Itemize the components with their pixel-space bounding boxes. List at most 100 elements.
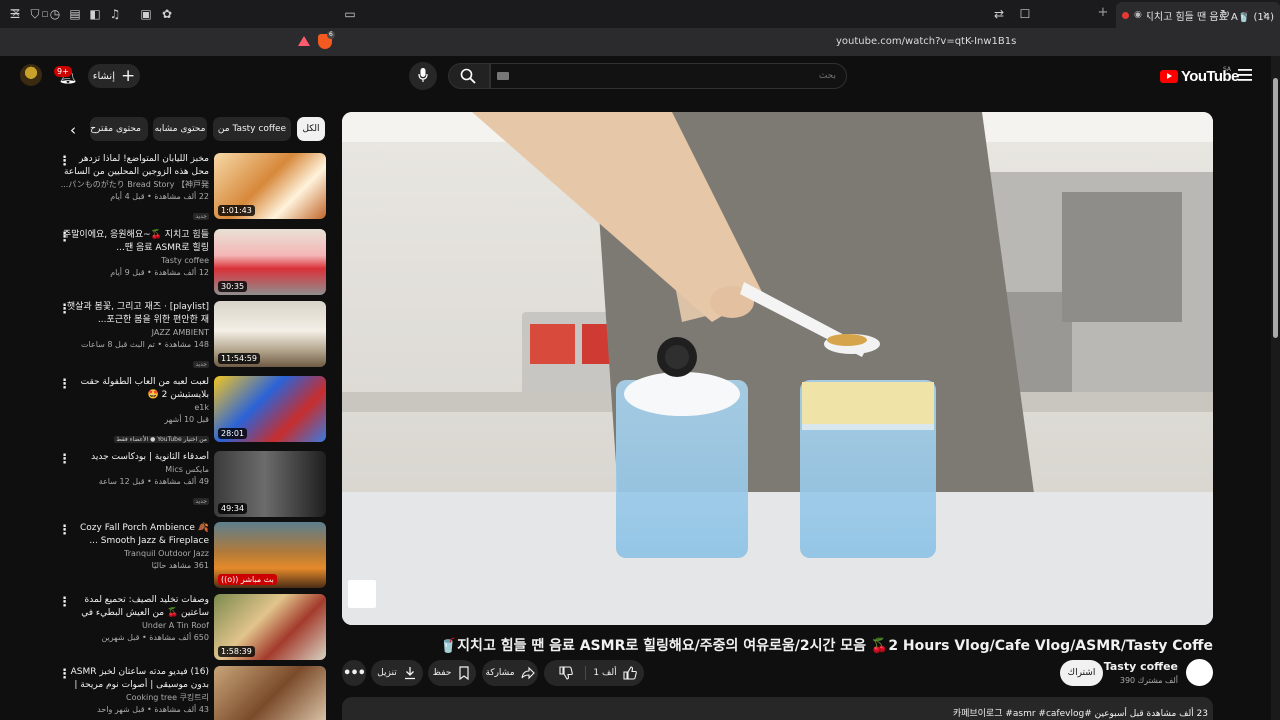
channel-name[interactable]: JAZZ AMBIENT bbox=[59, 327, 209, 339]
video-thumbnail[interactable]: 11:54:59 bbox=[214, 301, 326, 367]
more-actions-icon[interactable]: ⋮ bbox=[58, 155, 71, 171]
forward-icon[interactable]: › bbox=[1256, 5, 1274, 23]
chip-from-channel[interactable]: من Tasty coffee bbox=[213, 117, 291, 141]
video-thumbnail[interactable]: 49:34 bbox=[214, 451, 326, 517]
chip-recommended[interactable]: محتوى مقترح bbox=[90, 117, 148, 141]
back-icon[interactable]: ‹ bbox=[1236, 5, 1254, 23]
save-bookmark-icon bbox=[459, 666, 469, 680]
video-thumbnail[interactable]: 1:01:43 bbox=[214, 153, 326, 219]
recommendation-item[interactable]: 11:54:59 [playlist] 햇살과 봄꽃, 그리고 재즈 · 포근한… bbox=[54, 301, 326, 369]
chip-related[interactable]: محتوى مشابه bbox=[153, 117, 207, 141]
chips-prev-arrow-icon[interactable]: ‹ bbox=[64, 121, 82, 139]
video-thumbnail[interactable]: 30:35 bbox=[214, 229, 326, 295]
browser-toolbar bbox=[0, 28, 1280, 56]
video-title[interactable]: [playlist] 햇살과 봄꽃, 그리고 재즈 · 포근한 봄을 위한 편안… bbox=[59, 301, 209, 327]
duration-badge: 30:35 bbox=[218, 281, 248, 292]
dislike-button[interactable] bbox=[548, 660, 584, 686]
video-thumbnail[interactable]: 28:01 bbox=[214, 376, 326, 442]
channel-name-link[interactable]: Tasty coffee bbox=[1104, 660, 1178, 673]
create-label: إنشاء bbox=[92, 70, 115, 82]
share-button[interactable]: مشاركة bbox=[482, 660, 538, 686]
more-actions-icon[interactable]: ⋮ bbox=[58, 596, 71, 612]
members-only-badge: من اختيار YouTube ● الأعضاء فقط bbox=[114, 436, 209, 443]
brave-rewards-icon[interactable] bbox=[298, 36, 310, 46]
channel-avatar[interactable] bbox=[1186, 659, 1213, 686]
channel-name[interactable]: e1k bbox=[59, 402, 209, 414]
video-player[interactable] bbox=[342, 112, 1213, 625]
share-label: مشاركة bbox=[485, 668, 515, 678]
recommendation-item[interactable]: 30:35 주말이에요, 응원해요~🍒 지치고 힘들 땐 음료 ASMR로 힐링… bbox=[54, 229, 326, 297]
duration-badge: 49:34 bbox=[218, 503, 248, 514]
history-icon[interactable]: ◷ bbox=[46, 5, 64, 23]
more-horiz-icon: ••• bbox=[343, 665, 366, 681]
tab-audio-icon[interactable]: ◉ bbox=[1134, 10, 1142, 20]
video-title-heading: 🥤지치고 힘들 땐 음료 ASMR로 힐링해요/주중의 여유로움/2시간 모음 … bbox=[439, 638, 1213, 654]
channel-name[interactable]: مايكس Mics bbox=[59, 464, 209, 476]
new-badge: جديد bbox=[193, 213, 209, 220]
channel-name[interactable]: パンものがたり Bread Story 【神戸発... bbox=[59, 179, 209, 191]
subscribe-button[interactable]: اشتراك bbox=[1060, 660, 1103, 686]
country-code: SA bbox=[1223, 66, 1232, 73]
video-title[interactable]: 주말이에요, 응원해요~🍒 지치고 힘들 땐 음료 ASMR로 힐링... bbox=[59, 229, 209, 255]
keyboard-icon[interactable] bbox=[497, 72, 509, 80]
translate-icon[interactable]: ⇄ bbox=[990, 5, 1008, 23]
music-icon[interactable]: ♫ bbox=[106, 5, 124, 23]
channel-name[interactable]: Under A Tin Roof bbox=[59, 620, 209, 632]
browser-tabstrip bbox=[0, 0, 1280, 28]
more-actions-icon[interactable]: ⋮ bbox=[58, 524, 71, 540]
channel-name[interactable]: Cooking tree 쿠킹트리 bbox=[59, 692, 209, 704]
create-button[interactable]: إنشاء + bbox=[88, 64, 140, 88]
video-thumbnail[interactable]: 1:58:39 bbox=[214, 594, 326, 660]
channel-name[interactable]: Tasty coffee bbox=[59, 255, 209, 267]
channel-name[interactable]: Tranquil Outdoor Jazz bbox=[59, 548, 209, 560]
page-scrollbar-thumb[interactable] bbox=[1273, 78, 1278, 338]
video-title[interactable]: لعبت لعبه من العاب الطفولة حقت بلايستيشن… bbox=[59, 376, 209, 402]
tab-recording-icon bbox=[1122, 11, 1129, 19]
more-actions-icon[interactable]: ⋮ bbox=[58, 378, 71, 394]
more-actions-icon[interactable]: ⋮ bbox=[58, 453, 71, 469]
more-actions-icon[interactable]: ⋮ bbox=[58, 303, 71, 319]
video-thumbnail[interactable]: ((o)) بث مباشر bbox=[214, 522, 326, 588]
video-title[interactable]: أصدقاء الثانوية | بودكاست جديد bbox=[59, 451, 209, 464]
recommendation-item[interactable]: ((o)) بث مباشر Cozy Fall Porch Ambience … bbox=[54, 522, 326, 590]
microphone-icon bbox=[418, 68, 428, 82]
video-meta: 650 ألف مشاهدة • قبل شهرين bbox=[101, 633, 209, 642]
screenshot-icon[interactable]: ▣ bbox=[137, 5, 155, 23]
sidebar-icon[interactable]: ◧ bbox=[86, 5, 104, 23]
recommendation-item[interactable]: 1:01:43 مخبز الليابان المتواضع! لماذا تز… bbox=[54, 153, 326, 221]
bookmarks-panel-icon[interactable]: ▤ bbox=[66, 5, 84, 23]
bookmark-icon[interactable]: ☐ bbox=[1016, 5, 1034, 23]
recommendation-item[interactable]: 49:34 أصدقاء الثانوية | بودكاست جديد ماي… bbox=[54, 451, 326, 519]
video-meta: 22 ألف مشاهدة • قبل 4 أيام bbox=[110, 192, 209, 201]
recommendation-item[interactable]: 28:01 لعبت لعبه من العاب الطفولة حقت بلا… bbox=[54, 376, 326, 444]
more-actions-icon[interactable]: ⋮ bbox=[58, 231, 71, 247]
address-bar[interactable]: youtube.com/watch?v=qtK-Inw1B1s bbox=[836, 36, 1016, 47]
description-summary: 23 ألف مشاهدة قبل أسبوعين #카페브이로그 #asmr … bbox=[952, 709, 1208, 719]
reload-icon[interactable]: ↻ bbox=[1216, 5, 1234, 23]
new-tab-button[interactable]: + bbox=[1096, 5, 1110, 21]
menu-icon[interactable]: ☰ bbox=[6, 5, 24, 23]
video-title[interactable]: Cozy Fall Porch Ambience 🍂 Smooth Jazz &… bbox=[59, 522, 209, 548]
more-actions-icon[interactable]: ⋮ bbox=[58, 668, 71, 684]
more-actions-button[interactable]: ••• bbox=[342, 660, 366, 686]
recommendation-item[interactable]: (16) فيديو مدته ساعتان لخبز ASMR بدون مو… bbox=[54, 666, 326, 720]
chip-all[interactable]: الكل bbox=[297, 117, 325, 141]
like-button[interactable]: 1 ألف bbox=[586, 660, 644, 686]
guide-menu-icon[interactable] bbox=[1238, 68, 1252, 82]
video-thumbnail[interactable] bbox=[214, 666, 326, 720]
extensions-icon[interactable]: ✿ bbox=[158, 5, 176, 23]
new-badge: جديد bbox=[193, 498, 209, 505]
save-label: حفظ bbox=[432, 668, 452, 678]
avatar[interactable] bbox=[20, 64, 42, 86]
search-input[interactable] bbox=[490, 63, 847, 89]
video-title[interactable]: (16) فيديو مدته ساعتان لخبز ASMR بدون مو… bbox=[59, 666, 209, 692]
channel-watermark[interactable] bbox=[348, 580, 376, 608]
download-button[interactable]: تنزيل bbox=[371, 660, 423, 686]
video-title[interactable]: وصفات تخليد الصيف: تحميع لمدة ساعتين 🍒 م… bbox=[59, 594, 209, 620]
save-button[interactable]: حفظ bbox=[428, 660, 476, 686]
shield-icon[interactable]: ⛉ bbox=[26, 5, 44, 23]
duration-badge: 28:01 bbox=[218, 428, 248, 439]
video-title[interactable]: مخبز الليابان المتواضع! لماذا تزدهر محل … bbox=[59, 153, 209, 179]
recommendation-item[interactable]: 1:58:39 وصفات تخليد الصيف: تحميع لمدة سا… bbox=[54, 594, 326, 662]
reader-mode-icon[interactable]: ▭ bbox=[341, 5, 359, 23]
